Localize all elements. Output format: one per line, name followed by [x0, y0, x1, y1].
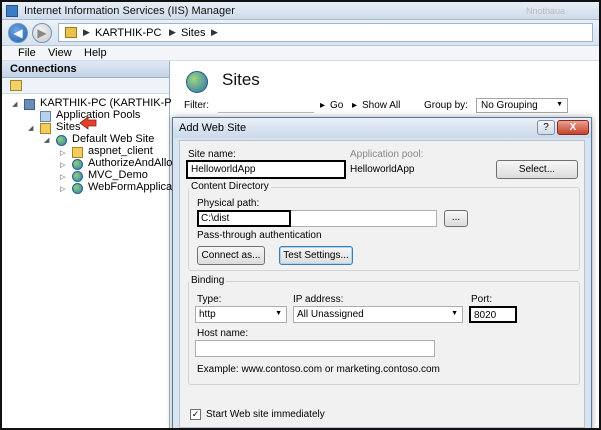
connections-header: Connections [2, 61, 169, 78]
globe-icon [72, 183, 83, 194]
chevron-down-icon: ▼ [451, 310, 458, 317]
tree-item-app-pools[interactable]: Application Pools [56, 109, 140, 121]
expand-icon[interactable]: ▷ [60, 185, 65, 193]
select-button[interactable]: Select... [496, 160, 578, 179]
ip-address-select[interactable]: All Unassigned ▼ [293, 306, 463, 323]
physical-path-highlight [197, 210, 291, 227]
help-button[interactable]: ? [537, 120, 555, 135]
globe-icon [56, 135, 67, 146]
page-title: Sites [222, 70, 260, 89]
address-bar: ◀ ▶ ▶ KARTHIK-PC ▶ Sites ▶ [2, 20, 599, 46]
close-button[interactable]: X [557, 120, 589, 135]
ip-address-label: IP address: [293, 294, 344, 305]
host-name-field[interactable] [195, 340, 435, 357]
dialog-title: Add Web Site [179, 122, 247, 134]
site-name-field[interactable]: HelloworldApp [186, 160, 346, 179]
sites-globe-icon [186, 71, 208, 93]
menu-view[interactable]: View [48, 47, 72, 59]
type-label: Type: [197, 294, 222, 305]
window-title: Internet Information Services (IIS) Mana… [24, 5, 235, 17]
globe-icon [72, 171, 83, 182]
back-button[interactable]: ◀ [8, 23, 28, 43]
tree-item-child[interactable]: WebFormApplicati [88, 181, 178, 193]
expand-icon[interactable]: ▷ [60, 161, 65, 169]
app-pool-label: Application pool: [350, 149, 424, 160]
collapse-icon[interactable]: ◢ [28, 124, 33, 132]
dialog-body: Site name: HelloworldApp Application poo… [179, 140, 585, 428]
tree-item-child[interactable]: aspnet_client [88, 145, 153, 157]
group-by-value: No Grouping [481, 100, 538, 111]
back-arrow-icon: ◀ [13, 26, 23, 40]
folder-icon [72, 147, 83, 158]
server-icon [24, 99, 35, 110]
app-pools-icon [40, 111, 51, 122]
forward-arrow-icon: ▶ [37, 26, 47, 40]
binding-legend: Binding [189, 275, 227, 286]
collapse-icon[interactable]: ◢ [12, 100, 17, 108]
menu-help[interactable]: Help [84, 47, 107, 59]
port-field[interactable]: 8020 [469, 306, 517, 323]
title-bar-faint-text: Nnothaua [525, 6, 565, 16]
breadcrumb-separator-icon[interactable]: ▶ [211, 27, 218, 38]
tree-item-sites[interactable]: Sites [56, 121, 80, 133]
group-by-label: Group by: [424, 100, 468, 111]
physical-path-label: Physical path: [197, 198, 260, 209]
site-name-label: Site name: [188, 149, 236, 160]
add-web-site-dialog: Add Web Site ? X Site name: HelloworldAp… [172, 117, 592, 428]
tree-item-default-web-site[interactable]: Default Web Site [72, 133, 154, 145]
breadcrumb-sites[interactable]: Sites [181, 27, 205, 39]
sites-folder-icon [40, 123, 51, 134]
go-button[interactable]: Go [330, 100, 343, 111]
chevron-down-icon: ▼ [275, 310, 282, 317]
menu-bar: File View Help [2, 46, 599, 61]
type-select[interactable]: http ▼ [195, 306, 287, 323]
example-text: Example: www.contoso.com or marketing.co… [197, 364, 440, 375]
breadcrumb-separator-icon[interactable]: ▶ [83, 27, 90, 38]
ip-address-value: All Unassigned [297, 309, 364, 320]
start-immediately-label: Start Web site immediately [206, 409, 325, 420]
iis-manager-window: Internet Information Services (IIS) Mana… [0, 0, 601, 430]
start-page-icon[interactable] [10, 80, 22, 91]
breadcrumb-separator-icon[interactable]: ▶ [169, 27, 176, 38]
tree-item-child[interactable]: MVC_Demo [88, 169, 148, 181]
filter-input[interactable] [218, 99, 314, 113]
dialog-title-bar: Add Web Site ? X [173, 118, 591, 138]
content-directory-legend: Content Directory [189, 181, 271, 192]
globe-icon [72, 159, 83, 170]
filter-label: Filter: [184, 100, 209, 111]
breadcrumb[interactable]: ▶ KARTHIK-PC ▶ Sites ▶ [58, 23, 593, 42]
chevron-down-icon: ▼ [556, 101, 563, 108]
iis-app-icon [6, 5, 18, 17]
expand-icon[interactable]: ▷ [60, 149, 65, 157]
connect-as-button[interactable]: Connect as... [197, 246, 265, 265]
binding-group: Binding Type: http ▼ IP address: All Una… [188, 275, 580, 385]
tree-item-server[interactable]: KARTHIK-PC (KARTHIK-PC\s [40, 97, 188, 109]
expand-icon[interactable]: ▷ [60, 173, 65, 181]
collapse-icon[interactable]: ◢ [44, 136, 49, 144]
menu-file[interactable]: File [18, 47, 36, 59]
connections-pane: Connections ◢ KARTHIK-PC (KARTHIK-PC\s A… [2, 61, 188, 428]
connections-toolbar [2, 78, 169, 94]
go-icon[interactable]: ▸ [320, 100, 325, 111]
app-pool-value: HelloworldApp [350, 164, 415, 175]
browse-button[interactable]: ... [444, 210, 468, 227]
show-all-button[interactable]: Show All [362, 100, 400, 111]
filter-bar: Filter: ▸ Go ▸ Show All Group by: No Gro… [180, 98, 572, 115]
pass-through-text: Pass-through authentication [197, 230, 322, 241]
port-label: Port: [471, 294, 493, 305]
group-by-select[interactable]: No Grouping ▼ [476, 98, 568, 113]
content-directory-group: Content Directory Physical path: C:\dist… [188, 181, 580, 271]
breadcrumb-server[interactable]: KARTHIK-PC [95, 27, 161, 39]
red-arrow-icon [79, 116, 97, 130]
show-all-icon[interactable]: ▸ [352, 100, 357, 111]
title-bar: Internet Information Services (IIS) Mana… [2, 2, 599, 20]
tree-item-child[interactable]: AuthorizeAndAllov [88, 157, 178, 169]
home-icon[interactable] [65, 27, 77, 38]
host-name-label: Host name: [197, 328, 249, 339]
test-settings-button[interactable]: Test Settings... [279, 246, 353, 265]
type-value: http [199, 309, 216, 320]
forward-button[interactable]: ▶ [32, 23, 52, 43]
start-immediately-checkbox[interactable]: ✓ [190, 409, 201, 420]
